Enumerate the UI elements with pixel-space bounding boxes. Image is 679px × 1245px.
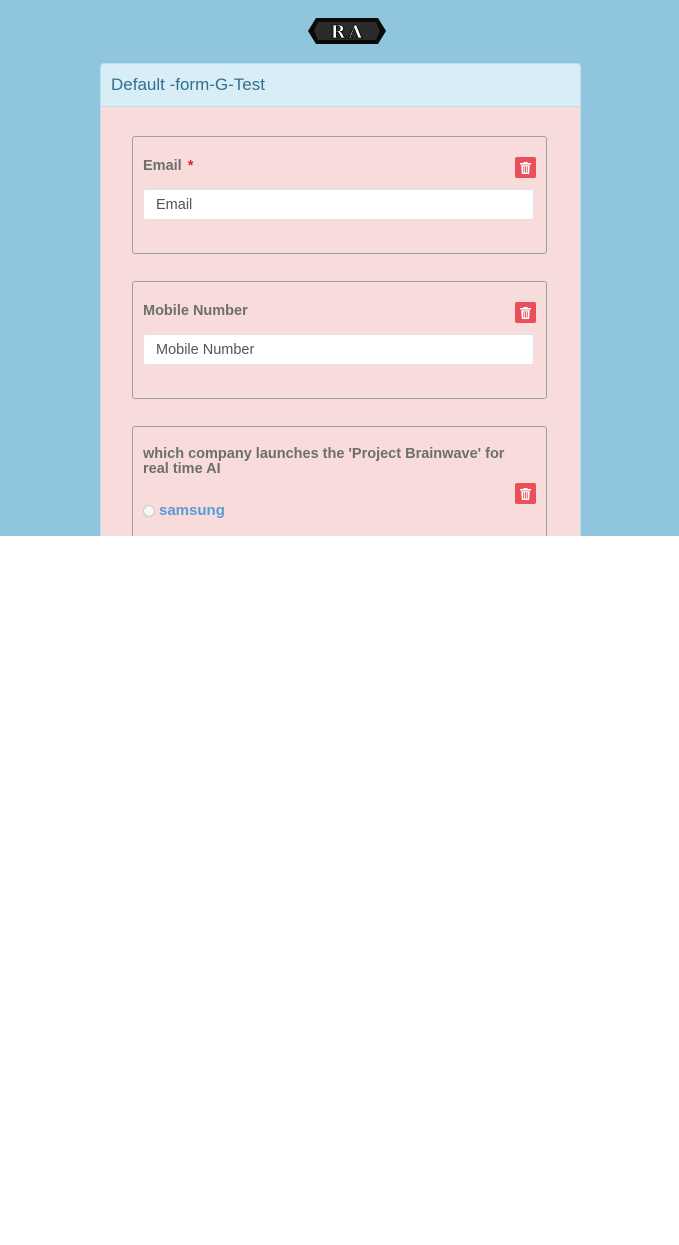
required-asterisk: *: [187, 158, 194, 174]
brand-logo: RA: [308, 16, 388, 46]
delete-mobile-field-button[interactable]: [515, 302, 536, 323]
form-title: Default -form-G-Test: [101, 64, 580, 107]
form-panel: Default -form-G-Test Email* Mobile Numbe: [100, 63, 581, 536]
mobile-label: Mobile Number: [143, 303, 248, 319]
logo-text: RA: [331, 22, 366, 43]
question-label: which company launches the 'Project Brai…: [143, 446, 505, 477]
trash-icon: [520, 161, 531, 174]
email-input[interactable]: [143, 189, 534, 220]
delete-email-field-button[interactable]: [515, 157, 536, 178]
mobile-number-input[interactable]: [143, 334, 534, 365]
trash-icon: [520, 487, 531, 500]
delete-question-button[interactable]: [515, 483, 536, 504]
trash-icon: [520, 306, 531, 319]
page-background: RA Default -form-G-Test Email * Email Mo…: [0, 0, 679, 536]
email-field-group: Email *: [132, 136, 547, 254]
option-label[interactable]: samsung: [159, 502, 225, 519]
option-samsung[interactable]: samsung: [143, 502, 225, 519]
question-field-group: which company launches the 'Project Brai…: [132, 426, 547, 536]
radio-button[interactable]: [143, 504, 155, 517]
mobile-field-group: Mobile Number: [132, 281, 547, 399]
email-label: Email *: [143, 158, 193, 174]
email-label-text: Email: [143, 158, 182, 174]
